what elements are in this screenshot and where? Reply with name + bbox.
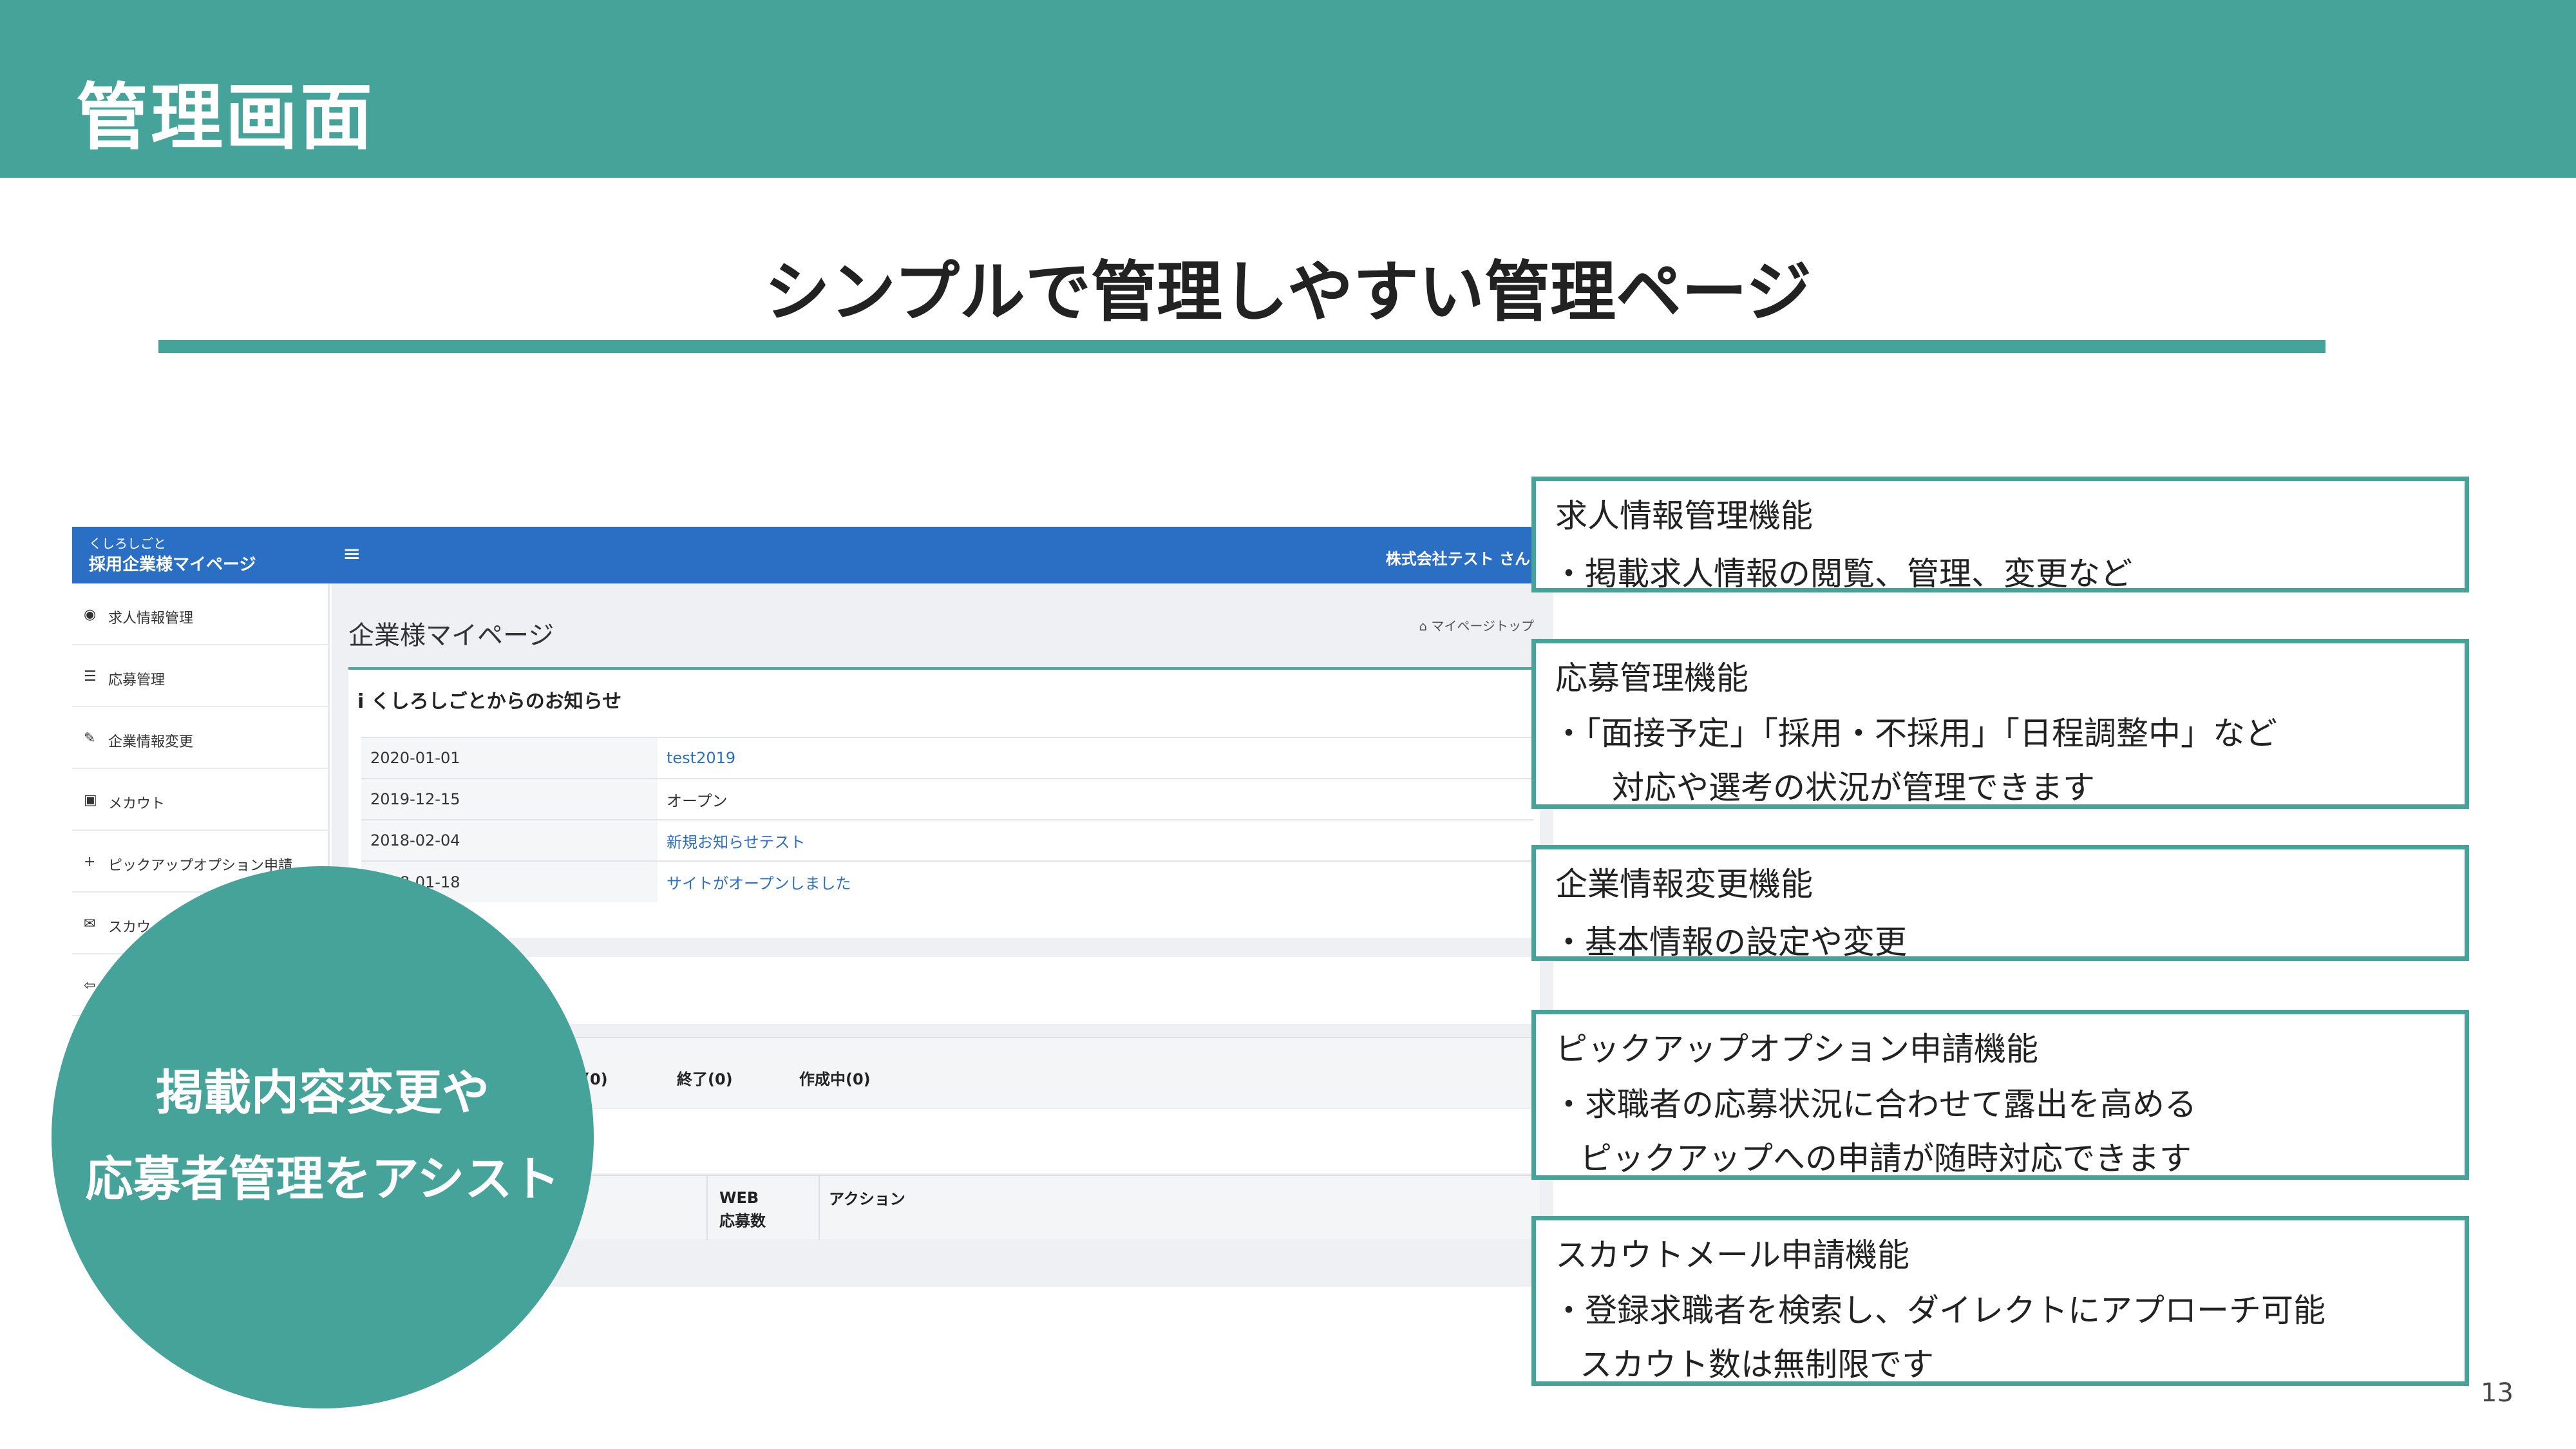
dashboard-icon: ◉ (84, 607, 97, 623)
mock-brand[interactable]: 採用企業様マイページ (89, 551, 256, 575)
user-icon: ▣ (84, 792, 97, 808)
news-date: 2018-02-04 (361, 819, 658, 861)
news-title: i くしろしごとからのお知らせ (357, 685, 621, 714)
tab-draft[interactable]: 作成中(0) (799, 1066, 871, 1089)
table-row: 2019-12-15 オープン (361, 778, 1533, 820)
home-icon: ⌂ (1419, 618, 1432, 634)
sidebar-item-company-info[interactable]: ✎ 企業情報変更 (72, 707, 330, 769)
column-divider (706, 1176, 708, 1240)
feature-desc: ・求職者の応募状況に合わせて露出を高める (1553, 1086, 2197, 1123)
mail-icon: ✉ (84, 916, 96, 932)
news-title-label: くしろしごとからのお知らせ (370, 690, 622, 713)
mock-brand-small: くしろしごと (89, 536, 166, 551)
feature-title: ピックアップオプション申請機能 (1555, 1030, 2038, 1068)
feature-desc: ・掲載求人情報の閲覧、管理、変更など (1553, 555, 2132, 592)
news-link[interactable]: test2019 (658, 737, 1533, 779)
subtitle-divider (158, 340, 2325, 353)
table-row: 2018-01-18 サイトがオープンしました (361, 860, 1533, 902)
news-link[interactable]: 新規お知らせテスト (658, 819, 1533, 861)
slide-subtitle: シンプルで管理しやすい管理ページ (764, 254, 1812, 331)
column-header-action: アクション (829, 1190, 905, 1208)
news-table: 2020-01-01 test2019 2019-12-15 オープン 2018… (361, 737, 1533, 902)
news-date: 2020-01-01 (361, 737, 658, 779)
news-date: 2019-12-15 (361, 778, 658, 820)
circle-line-1: 掲載内容変更や (156, 1065, 489, 1121)
breadcrumb-label: マイページトップ (1431, 618, 1534, 634)
sidebar-item-label: メカウト (108, 796, 166, 812)
feature-box-scout: スカウトメール申請機能 ・登録求職者を検索し、ダイレクトにアプローチ可能 スカウ… (1531, 1216, 2469, 1386)
news-text: オープン (658, 778, 1533, 820)
info-icon: i (357, 690, 371, 713)
feature-desc: ピックアップへの申請が随時対応できます (1580, 1140, 2192, 1177)
feature-title: スカウトメール申請機能 (1555, 1236, 1909, 1274)
list-icon: ☰ (84, 668, 97, 685)
feature-desc: ・登録求職者を検索し、ダイレクトにアプローチ可能 (1553, 1292, 2325, 1329)
feature-desc: スカウト数は無制限です (1580, 1346, 1934, 1383)
feature-title: 企業情報変更機能 (1555, 866, 1813, 903)
feature-desc: 対応や選考の状況が管理できます (1612, 769, 2095, 806)
edit-icon: ✎ (84, 730, 96, 746)
column-header-web-line1: WEB (719, 1189, 759, 1207)
page-number: 13 (2481, 1378, 2514, 1408)
column-divider (819, 1176, 820, 1240)
mock-top-bar: くしろしごと 採用企業様マイページ ≡ 株式会社テスト さん (72, 527, 1553, 583)
page-title: 管理画面 (76, 76, 375, 160)
circle-line-2: 応募者管理をアシスト (85, 1151, 560, 1207)
table-row: 2018-02-04 新規お知らせテスト (361, 819, 1533, 861)
table-row: 2020-01-01 test2019 (361, 737, 1533, 779)
breadcrumb[interactable]: ⌂ マイページトップ (1419, 616, 1534, 634)
sidebar-item-label: 応募管理 (108, 672, 166, 688)
sidebar-item-label: 企業情報変更 (108, 734, 194, 750)
news-link[interactable]: サイトがオープンしました (658, 860, 1533, 902)
column-header-web: WEB 応募数 (719, 1186, 766, 1233)
sidebar-item-account[interactable]: ▣ メカウト (72, 769, 330, 831)
feature-title: 応募管理機能 (1555, 659, 1748, 697)
sidebar-item-job-info[interactable]: ◉ 求人情報管理 (72, 583, 330, 645)
news-panel: i くしろしごとからのお知らせ 2020-01-01 test2019 2019… (348, 667, 1540, 938)
feature-box-applications: 応募管理機能 ・「面接予定」「採用・不採用」「日程調整中」など 対応や選考の状況… (1531, 639, 2469, 809)
mock-page-title: 企業様マイページ (348, 621, 554, 650)
feature-box-job-info: 求人情報管理機能 ・掲載求人情報の閲覧、管理、変更など (1531, 477, 2469, 592)
feature-desc: ・基本情報の設定や変更 (1553, 923, 1907, 961)
hamburger-icon[interactable]: ≡ (343, 541, 361, 567)
tab-ended[interactable]: 終了(0) (677, 1066, 733, 1089)
feature-box-company-info: 企業情報変更機能 ・基本情報の設定や変更 (1531, 845, 2469, 961)
sidebar-item-label: 求人情報管理 (108, 611, 194, 627)
column-header-web-line2: 応募数 (719, 1212, 766, 1230)
highlight-circle: 掲載内容変更や 応募者管理をアシスト (52, 866, 594, 1408)
header-band: 管理画面 (0, 0, 2576, 178)
plus-icon: + (84, 854, 96, 870)
sidebar-item-applications[interactable]: ☰ 応募管理 (72, 645, 330, 707)
sidebar-item-label: ピックアップオプション申請 (108, 858, 293, 874)
feature-desc: ・「面接予定」「採用・不採用」「日程調整中」など (1553, 715, 2277, 752)
mock-company-name[interactable]: 株式会社テスト さん (1386, 546, 1530, 569)
feature-title: 求人情報管理機能 (1555, 497, 1813, 535)
feature-box-pickup: ピックアップオプション申請機能 ・求職者の応募状況に合わせて露出を高める ピック… (1531, 1010, 2469, 1180)
